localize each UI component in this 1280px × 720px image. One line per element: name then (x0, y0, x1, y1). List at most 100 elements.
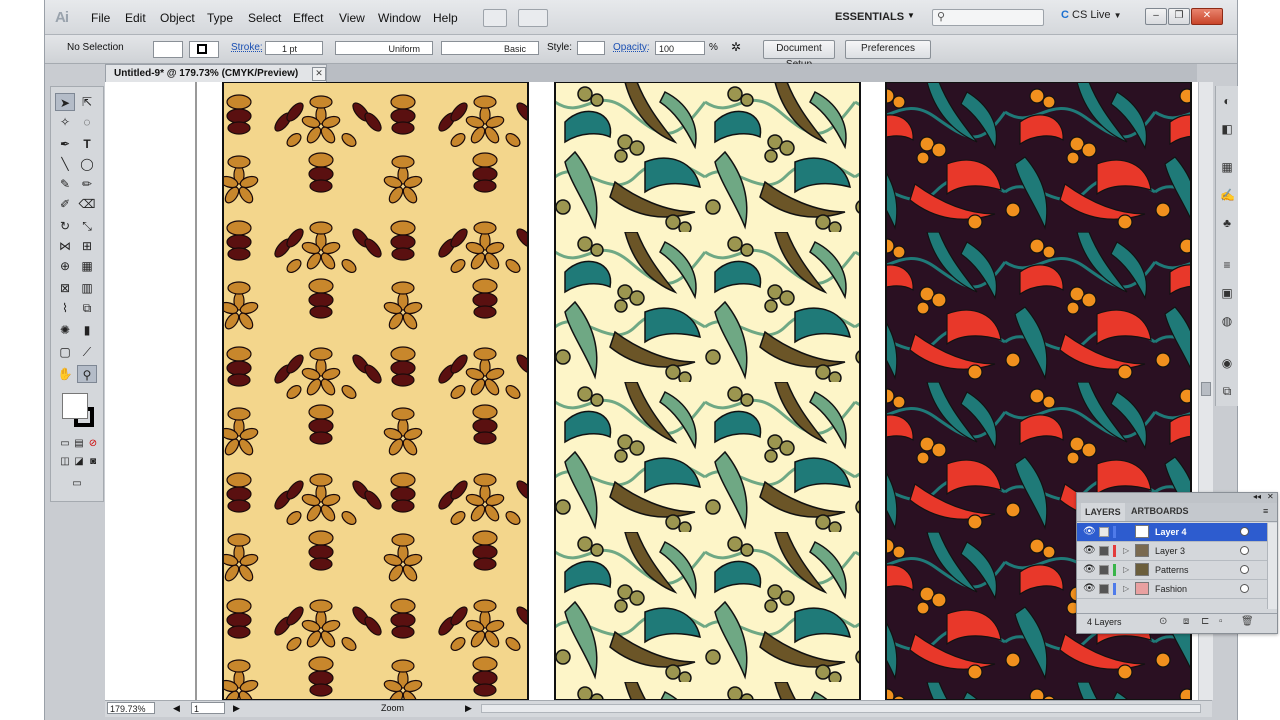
tab-layers[interactable]: LAYERS (1081, 503, 1125, 521)
target-circle-icon[interactable] (1240, 527, 1249, 536)
expand-triangle-icon[interactable]: ▷ (1123, 580, 1129, 598)
screen-mode-icon[interactable]: ▭ (67, 475, 87, 493)
type-tool-icon[interactable]: T (77, 135, 97, 153)
fill-swatch[interactable] (153, 41, 183, 58)
document-setup-button[interactable]: Document Setup (763, 40, 835, 70)
target-circle-icon[interactable] (1240, 546, 1249, 555)
document-tab[interactable]: Untitled-9* @ 179.73% (CMYK/Preview) ✕ (105, 64, 327, 82)
workspace-chevron-icon[interactable]: ▼ (907, 11, 915, 20)
create-sublayer-icon[interactable]: ⊏ (1201, 617, 1211, 627)
gradient-panel-icon[interactable]: ▣ (1220, 286, 1234, 300)
make-clipping-mask-icon[interactable]: ⧈ (1183, 617, 1193, 627)
menu-file[interactable]: File (91, 11, 110, 25)
pencil-tool-icon[interactable]: ✏ (77, 175, 97, 193)
zoom-tool-icon[interactable]: ⚲ (77, 365, 97, 383)
close-panel-icon[interactable]: ✕ (1267, 492, 1274, 501)
target-circle-icon[interactable] (1240, 565, 1249, 574)
line-tool-icon[interactable]: ╲ (55, 155, 75, 173)
layer-name[interactable]: Patterns (1155, 561, 1189, 579)
lasso-tool-icon[interactable]: ◌ (77, 113, 97, 131)
graphic-styles-panel-icon[interactable]: ⧉ (1220, 384, 1234, 398)
visibility-eye-icon[interactable]: 👁 (1083, 546, 1096, 556)
visibility-eye-icon[interactable]: 👁 (1083, 584, 1096, 594)
color-guide-icon[interactable]: ◧ (1220, 122, 1234, 136)
menu-effect[interactable]: Effect (293, 11, 323, 25)
lock-icon[interactable] (1099, 565, 1109, 575)
artboard-tool-icon[interactable]: ▢ (55, 343, 75, 361)
perspective-grid-tool-icon[interactable]: ▦ (77, 257, 97, 275)
tab-artboards[interactable]: ARTBOARDS (1131, 506, 1189, 516)
collapse-panel-icon[interactable]: ◂◂ (1253, 492, 1261, 501)
appearance-panel-icon[interactable]: ◉ (1220, 356, 1234, 370)
mesh-tool-icon[interactable]: ⊠ (55, 279, 75, 297)
draw-inside-icon[interactable]: ◙ (83, 453, 103, 471)
layer-row[interactable]: 👁 ▷ Layer 3 (1077, 542, 1267, 561)
recolor-artwork-icon[interactable]: ✲ (731, 40, 741, 54)
expand-triangle-icon[interactable]: ▷ (1123, 542, 1129, 560)
workspace-switcher[interactable]: ESSENTIALS (835, 11, 904, 23)
scale-tool-icon[interactable]: ⤡ (77, 217, 97, 235)
selection-tool-icon[interactable]: ➤ (55, 93, 75, 111)
layer-row[interactable]: 👁 ▷ Patterns (1077, 561, 1267, 580)
symbols-panel-icon[interactable]: ♣ (1220, 216, 1234, 230)
layer-row[interactable]: 👁 ▷ Fashion (1077, 580, 1267, 599)
artboard-prev-icon[interactable]: ◀ (173, 703, 180, 714)
symbol-sprayer-tool-icon[interactable]: ✺ (55, 321, 75, 339)
layer-name[interactable]: Layer 3 (1155, 542, 1185, 560)
close-document-button[interactable]: ✕ (312, 67, 326, 81)
artboard-next-icon[interactable]: ▶ (233, 703, 240, 714)
scroll-thumb[interactable] (1201, 382, 1211, 396)
brush-definition[interactable]: Basic (441, 41, 539, 55)
panel-title-bar[interactable]: ◂◂ ✕ (1077, 492, 1277, 503)
locate-object-icon[interactable]: ⊙ (1159, 617, 1169, 627)
variable-width-profile[interactable]: Uniform (335, 41, 433, 55)
eraser-tool-icon[interactable]: ⌫ (77, 195, 97, 213)
rotate-tool-icon[interactable]: ↻ (55, 217, 75, 235)
graphic-style-picker[interactable] (577, 41, 605, 55)
stroke-label[interactable]: Stroke: (231, 42, 263, 53)
layers-scrollbar[interactable] (1267, 523, 1277, 609)
blend-tool-icon[interactable]: ⧉ (77, 299, 97, 317)
hand-tool-icon[interactable]: ✋ (55, 365, 75, 383)
horizontal-scrollbar[interactable] (481, 704, 1201, 713)
shape-builder-tool-icon[interactable]: ⊕ (55, 257, 75, 275)
stroke-panel-icon[interactable]: ≡ (1220, 258, 1234, 272)
expand-triangle-icon[interactable]: ▷ (1123, 561, 1129, 579)
direct-selection-tool-icon[interactable]: ⇱ (77, 93, 97, 111)
menu-view[interactable]: View (339, 11, 365, 25)
transparency-panel-icon[interactable]: ◍ (1220, 314, 1234, 328)
layer-name[interactable]: Layer 4 (1155, 523, 1187, 541)
create-new-layer-icon[interactable]: ▫ (1219, 617, 1229, 627)
width-tool-icon[interactable]: ⋈ (55, 237, 75, 255)
zoom-level-field[interactable]: 179.73% (107, 702, 155, 714)
close-window-button[interactable]: ✕ (1191, 8, 1223, 25)
menu-object[interactable]: Object (160, 11, 195, 25)
opacity-label[interactable]: Opacity: (613, 42, 650, 53)
color-panel-icon[interactable]: ◐ (1220, 94, 1234, 108)
menu-select[interactable]: Select (248, 11, 281, 25)
free-transform-tool-icon[interactable]: ⊞ (77, 237, 97, 255)
layer-row[interactable]: 👁 Layer 4 (1077, 523, 1267, 542)
lock-icon[interactable] (1099, 546, 1109, 556)
artboard-canvas[interactable] (105, 82, 1198, 700)
ellipse-tool-icon[interactable]: ◯ (77, 155, 97, 173)
pattern-panel-green[interactable] (554, 82, 861, 700)
menu-type[interactable]: Type (207, 11, 233, 25)
arrange-documents-button[interactable] (518, 9, 548, 27)
delete-layer-icon[interactable]: 🗑 (1241, 617, 1254, 627)
slice-tool-icon[interactable]: ⟋ (77, 343, 97, 361)
opacity-field[interactable]: 100 (655, 41, 705, 55)
paintbrush-tool-icon[interactable]: ✎ (55, 175, 75, 193)
magic-wand-tool-icon[interactable]: ✧ (55, 113, 75, 131)
status-menu-icon[interactable]: ▶ (465, 703, 472, 714)
eyedropper-tool-icon[interactable]: ⌇ (55, 299, 75, 317)
swatches-panel-icon[interactable]: ▦ (1220, 160, 1234, 174)
pen-tool-icon[interactable]: ✒ (55, 135, 75, 153)
menu-edit[interactable]: Edit (125, 11, 146, 25)
lock-toggle[interactable] (1099, 527, 1109, 537)
blob-brush-tool-icon[interactable]: ✐ (55, 195, 75, 213)
fill-color-box[interactable] (62, 393, 88, 419)
target-circle-icon[interactable] (1240, 584, 1249, 593)
stroke-swatch[interactable] (189, 41, 219, 58)
cs-live-button[interactable]: C CS Live ▼ (1061, 9, 1122, 21)
